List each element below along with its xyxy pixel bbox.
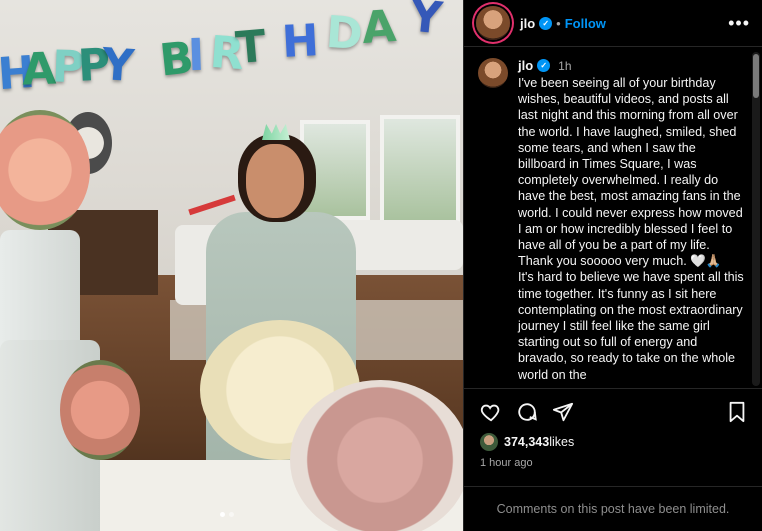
balloon-letter: T: [233, 20, 269, 75]
action-bar: [464, 389, 762, 423]
balloon-letter: D: [324, 6, 365, 61]
follow-button[interactable]: Follow: [565, 16, 606, 31]
photo-face: [246, 144, 304, 218]
post-timestamp[interactable]: 1 hour ago: [464, 451, 762, 469]
caption-time: 1h: [558, 58, 572, 73]
comment-icon[interactable]: [516, 401, 538, 423]
verified-badge-icon: ✓: [537, 59, 551, 72]
comments-limited-notice: Comments on this post have been limited.: [464, 486, 762, 531]
balloon-letter: Y: [100, 38, 136, 93]
balloon-letter: Y: [407, 0, 445, 45]
balloon-letter: H: [280, 15, 321, 68]
verified-badge-icon: ✓: [539, 16, 553, 30]
post-photo[interactable]: HAPPYBIRTHDAY: [0, 0, 463, 531]
likes-count[interactable]: 374,343: [504, 435, 549, 449]
happy-birthday-balloons: HAPPYBIRTHDAY: [0, 0, 463, 110]
more-options-icon[interactable]: •••: [728, 13, 750, 34]
share-icon[interactable]: [552, 401, 574, 423]
scrollbar-thumb[interactable]: [753, 54, 759, 98]
heart-icon[interactable]: [480, 401, 502, 423]
caption-area: jlo ✓ 1h I've been seeing all of your bi…: [464, 48, 762, 388]
liker-avatar[interactable]: [480, 433, 498, 451]
caption-scrollbar[interactable]: [752, 52, 760, 386]
header-separator: •: [556, 15, 561, 31]
caption-header: jlo ✓ 1h: [518, 58, 746, 73]
caption-text: I've been seeing all of your birthday wi…: [518, 76, 744, 382]
bookmark-icon[interactable]: [726, 401, 748, 423]
carousel-indicator: [220, 512, 234, 517]
profile-avatar[interactable]: [476, 6, 510, 40]
instagram-post: HAPPYBIRTHDAY jlo ✓ • Follow ••• jlo ✓ 1…: [0, 0, 762, 531]
photo-tiara: [262, 124, 290, 140]
photo-window: [380, 115, 460, 225]
photo-roses: [60, 360, 140, 460]
post-header: jlo ✓ • Follow •••: [464, 0, 762, 47]
header-user: jlo ✓ • Follow: [520, 16, 606, 31]
caption-avatar[interactable]: [478, 58, 508, 88]
caption-body: jlo ✓ 1h I've been seeing all of your bi…: [518, 58, 746, 388]
likes-row: 374,343 likes: [464, 423, 762, 451]
post-actions-section: 374,343 likes 1 hour ago: [464, 388, 762, 469]
carousel-dot[interactable]: [220, 512, 225, 517]
caption-username[interactable]: jlo: [518, 58, 533, 73]
likes-suffix: likes: [549, 435, 575, 449]
balloon-letter: A: [360, 0, 398, 55]
balloon-letter: I: [187, 29, 206, 82]
header-username[interactable]: jlo: [520, 16, 535, 31]
carousel-dot[interactable]: [229, 512, 234, 517]
post-side-panel: jlo ✓ • Follow ••• jlo ✓ 1h I've been se…: [463, 0, 762, 531]
photo-pink-roses: [290, 380, 463, 531]
